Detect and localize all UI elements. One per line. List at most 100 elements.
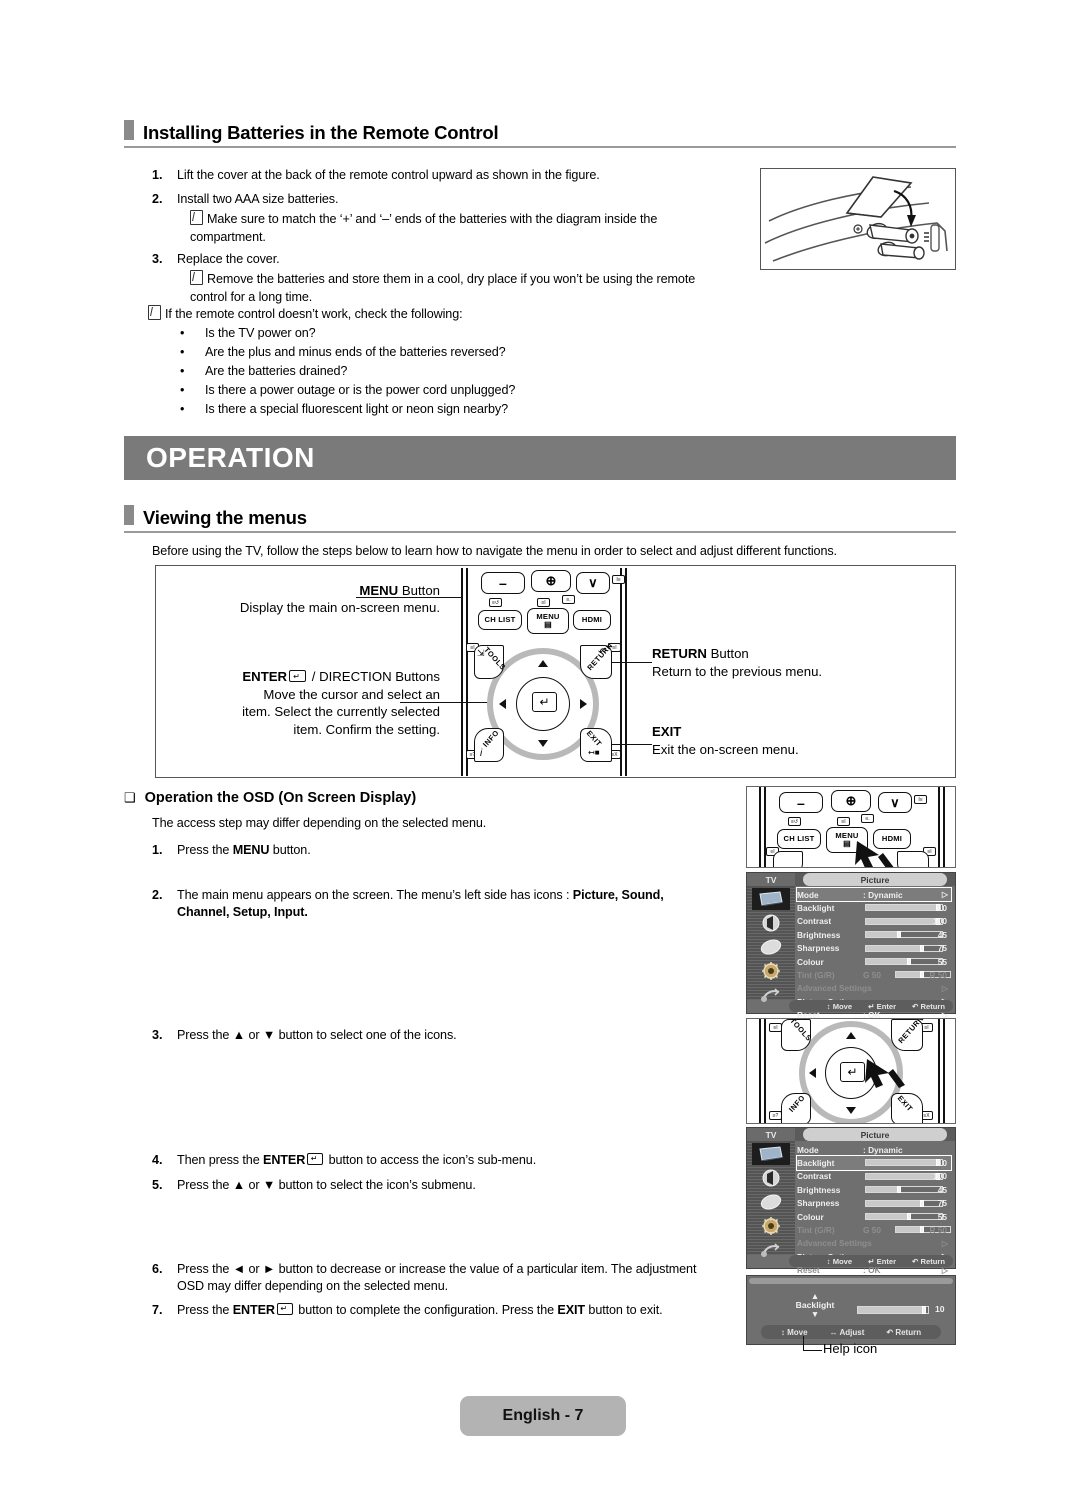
remote-edge-left-2 xyxy=(466,568,468,776)
dpad-up-arrow-icon[interactable] xyxy=(846,1032,856,1039)
osd-row[interactable]: Colour 55 xyxy=(797,1210,951,1223)
osd-row[interactable]: Advanced Settings ▷ xyxy=(797,982,951,995)
osd-row[interactable]: Tint (G/R) G 50 R 50 xyxy=(797,1223,951,1236)
bullet-dot: • xyxy=(180,345,185,359)
osd-row[interactable]: Colour 55 xyxy=(797,955,951,968)
osd-hint-move: ↕ Move xyxy=(826,1256,853,1266)
check-item: Is there a power outage or is the power … xyxy=(205,383,516,397)
osd-slider[interactable] xyxy=(865,1212,943,1220)
osd-icon-input[interactable] xyxy=(752,1239,790,1261)
osd-slider[interactable] xyxy=(865,957,943,965)
volume-down-button[interactable]: – xyxy=(481,572,525,594)
osd-row[interactable]: Brightness 45 xyxy=(797,928,951,941)
osd-slider[interactable] xyxy=(865,1172,943,1180)
step-number: 4. xyxy=(152,1153,163,1167)
osd-row-label: Contrast xyxy=(797,916,832,927)
osd-row-number: 55 xyxy=(937,1211,947,1222)
osd-icon-channel[interactable] xyxy=(752,1191,790,1213)
help-icon-leader xyxy=(803,1336,822,1351)
tools-button[interactable] xyxy=(773,851,803,867)
osd-icon-channel[interactable] xyxy=(752,936,790,958)
osd-icon-setup[interactable] xyxy=(752,960,790,982)
down-arrow-icon[interactable]: ▼ xyxy=(787,1310,843,1319)
osd-section-heading: ❑ Operation the OSD (On Screen Display) xyxy=(124,790,416,806)
dpad-left-arrow-icon[interactable] xyxy=(499,699,506,709)
osd-hint-enter: ↵ Enter xyxy=(868,1001,897,1011)
osd-step-7-b: ENTER xyxy=(232,1303,275,1317)
dpad-down-arrow-icon[interactable] xyxy=(846,1107,856,1114)
osd-slider[interactable] xyxy=(865,917,943,925)
osd-icon-picture[interactable] xyxy=(752,1143,790,1165)
step-number: 2. xyxy=(152,192,163,206)
osd-row-label: Advanced Settings xyxy=(797,983,872,994)
dpad-left-arrow-icon[interactable] xyxy=(809,1068,816,1078)
chevron-right-icon: ▷ xyxy=(941,983,948,993)
osd-row[interactable]: Contrast 100 xyxy=(797,1170,951,1183)
enter-button[interactable]: ↵ xyxy=(840,1062,865,1082)
channel-down-button[interactable]: ∨ xyxy=(576,572,610,594)
adjust-slider[interactable] xyxy=(857,1306,929,1314)
callout-menu-bold: MENU xyxy=(359,583,399,598)
osd-row-number: 100 xyxy=(933,1171,947,1182)
channel-down-button[interactable]: ∨ xyxy=(878,792,912,813)
osd-row-label: Brightness xyxy=(797,929,841,940)
osd-icon-sound[interactable] xyxy=(752,912,790,934)
remote-edge-right-2 xyxy=(625,568,627,776)
figure-remote-dpad: ≡I ≡I ≡? ≡X ↵ TOOLS RETURN INFO EXIT xyxy=(746,1018,956,1124)
section-title: Viewing the menus xyxy=(143,507,307,528)
osd-row[interactable]: Backlight 10 xyxy=(796,1155,952,1171)
osd-step-6: Press the ◄ or ► button to decrease or i… xyxy=(177,1261,717,1294)
osd-row-label: Sharpness xyxy=(797,943,840,954)
section-heading-batteries: Installing Batteries in the Remote Contr… xyxy=(124,120,499,142)
note-icon xyxy=(148,305,161,320)
enter-button[interactable]: ↵ xyxy=(532,692,557,712)
osd-step-7-d: EXIT xyxy=(557,1303,586,1317)
osd-row[interactable]: Sharpness 75 xyxy=(797,942,951,955)
dpad-down-arrow-icon[interactable] xyxy=(538,740,548,747)
osd-row[interactable]: Brightness 45 xyxy=(797,1183,951,1196)
osd-icon-setup[interactable] xyxy=(752,1215,790,1237)
ch-list-button[interactable]: CH LIST xyxy=(478,610,522,630)
osd-slider[interactable] xyxy=(865,1186,943,1194)
osd-icon-picture[interactable] xyxy=(752,888,790,910)
osd-row[interactable]: Backlight 10 xyxy=(797,901,951,914)
callout-return-bold: RETURN xyxy=(652,646,707,661)
osd-row-label: Mode xyxy=(797,889,819,900)
return-glyph-icon: ↶ xyxy=(598,647,607,658)
ch-list-button[interactable]: CH LIST xyxy=(777,829,821,849)
osd-icon-input[interactable] xyxy=(752,984,790,1006)
osd-row-label: Mode xyxy=(797,1144,819,1155)
osd-row[interactable]: Mode : Dynamic xyxy=(797,1143,951,1156)
bullet-dot: • xyxy=(180,364,185,378)
osd-step-3: Press the ▲ or ▼ button to select one of… xyxy=(177,1028,457,1042)
chevron-chip-icon: I≡ xyxy=(612,575,625,584)
osd-slider[interactable] xyxy=(865,944,943,952)
hdmi-button[interactable]: HDMI xyxy=(573,610,611,630)
page-footer: English - 7 xyxy=(460,1396,626,1436)
volume-down-button[interactable]: – xyxy=(779,792,823,813)
osd-step-2-b: Picture, Sound, xyxy=(572,888,664,902)
osd-row[interactable]: Sharpness 75 xyxy=(797,1197,951,1210)
osd-row[interactable]: Mode : Dynamic ▷ xyxy=(796,886,952,903)
osd-slider[interactable] xyxy=(865,1199,943,1207)
osd-row[interactable]: Tint (G/R) G 50 R 50 xyxy=(797,968,951,981)
menu-button[interactable]: MENU ▤ xyxy=(527,608,569,634)
operation-banner: OPERATION xyxy=(124,436,956,480)
step-number: 3. xyxy=(152,252,163,266)
step-number: 6. xyxy=(152,1262,163,1276)
battery-illustration xyxy=(760,168,956,270)
osd-icon-sound[interactable] xyxy=(752,1167,790,1189)
osd-row-label: Contrast xyxy=(797,1171,832,1182)
osd-row[interactable]: Contrast 100 xyxy=(797,915,951,928)
osd-row[interactable]: Advanced Settings ▷ xyxy=(797,1237,951,1250)
osd-slider[interactable] xyxy=(865,931,943,939)
osd-slider[interactable] xyxy=(865,904,943,912)
enter-key-icon: ↵ xyxy=(276,1303,293,1315)
osd-slider[interactable] xyxy=(865,1159,943,1167)
dpad-up-arrow-icon[interactable] xyxy=(538,660,548,667)
source-button[interactable]: ⊕ xyxy=(531,570,571,592)
remote-battery-diagram-svg xyxy=(764,176,948,262)
osd-row-label: Brightness xyxy=(797,1184,841,1195)
source-button[interactable]: ⊕ xyxy=(831,790,871,812)
dpad-right-arrow-icon[interactable] xyxy=(580,699,587,709)
